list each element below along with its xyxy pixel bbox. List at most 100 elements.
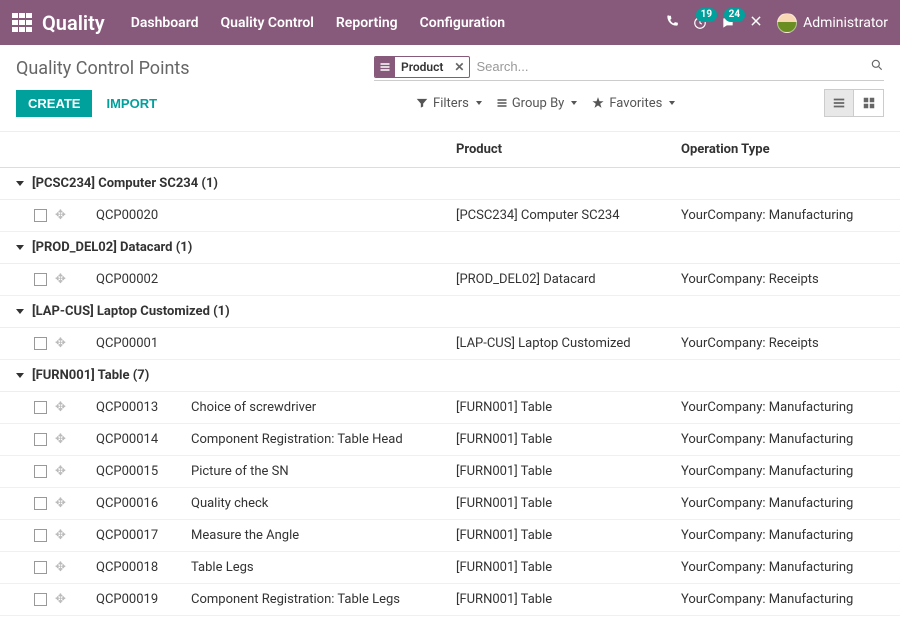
cell-operation: YourCompany: Manufacturing [681, 400, 900, 415]
list-view-button[interactable] [824, 89, 854, 117]
row-checkbox[interactable] [34, 273, 47, 286]
drag-handle-icon[interactable]: ✥ [55, 592, 66, 607]
activities-icon[interactable]: 19 [693, 16, 707, 30]
cell-ref: QCP00018 [96, 560, 191, 575]
user-name: Administrator [803, 15, 888, 31]
nav-dashboard[interactable]: Dashboard [131, 15, 199, 31]
cell-operation: YourCompany: Manufacturing [681, 464, 900, 479]
phone-icon[interactable] [665, 14, 679, 32]
nav-right: 19 24 Administrator [665, 13, 888, 33]
table-row[interactable]: ✥ QCP00016 Quality check [FURN001] Table… [0, 488, 900, 520]
table-row[interactable]: ✥ QCP00018 Table Legs [FURN001] Table Yo… [0, 552, 900, 584]
cell-title: Quality check [191, 496, 456, 511]
table-row[interactable]: ✥ QCP00015 Picture of the SN [FURN001] T… [0, 456, 900, 488]
search-options: Filters Group By Favorites [415, 96, 675, 111]
row-checkbox[interactable] [34, 593, 47, 606]
row-checkbox[interactable] [34, 497, 47, 510]
table-row[interactable]: ✥ QCP00017 Measure the Angle [FURN001] T… [0, 520, 900, 552]
drag-handle-icon[interactable]: ✥ [55, 560, 66, 575]
cell-operation: YourCompany: Manufacturing [681, 592, 900, 607]
col-product[interactable]: Product [456, 142, 681, 157]
cell-title: Picture of the SN [191, 464, 456, 479]
groupby-dropdown[interactable]: Group By [496, 96, 578, 111]
search-icon[interactable] [870, 58, 884, 76]
nav-configuration[interactable]: Configuration [420, 15, 505, 31]
debug-icon[interactable] [749, 14, 763, 32]
favorites-dropdown[interactable]: Favorites [591, 96, 675, 111]
cell-title: Component Registration: Table Legs [191, 592, 456, 607]
cell-ref: QCP00002 [96, 272, 191, 287]
nav-quality-control[interactable]: Quality Control [221, 15, 314, 31]
caret-down-icon [16, 373, 24, 378]
kanban-view-button[interactable] [854, 89, 884, 117]
row-checkbox[interactable] [34, 337, 47, 350]
apps-icon[interactable] [12, 13, 32, 33]
page-title: Quality Control Points [16, 58, 190, 79]
table-row[interactable]: ✥ QCP00019 Component Registration: Table… [0, 584, 900, 616]
control-panel: Quality Control Points Product ✕ CREATE … [0, 45, 900, 125]
drag-handle-icon[interactable]: ✥ [55, 528, 66, 543]
cell-ref: QCP00015 [96, 464, 191, 479]
group-label: [LAP-CUS] Laptop Customized (1) [32, 304, 230, 319]
table-row[interactable]: ✥ QCP00001 [LAP-CUS] Laptop Customized Y… [0, 328, 900, 360]
cell-product: [FURN001] Table [456, 400, 681, 415]
import-button[interactable]: IMPORT [106, 96, 157, 111]
drag-handle-icon[interactable]: ✥ [55, 464, 66, 479]
nav-reporting[interactable]: Reporting [336, 15, 398, 31]
drag-handle-icon[interactable]: ✥ [55, 336, 66, 351]
cell-product: [FURN001] Table [456, 592, 681, 607]
cell-operation: YourCompany: Manufacturing [681, 208, 900, 223]
group-label: [FURN001] Table (7) [32, 368, 149, 383]
cell-ref: QCP00017 [96, 528, 191, 543]
row-checkbox[interactable] [34, 561, 47, 574]
search-area: Product ✕ [374, 55, 884, 81]
drag-handle-icon[interactable]: ✥ [55, 272, 66, 287]
cell-product: [FURN001] Table [456, 464, 681, 479]
app-brand[interactable]: Quality [42, 11, 105, 35]
user-menu[interactable]: Administrator [777, 13, 888, 33]
filters-dropdown[interactable]: Filters [415, 96, 482, 111]
group-row[interactable]: [PROD_DEL02] Datacard (1) [0, 232, 900, 264]
table-row[interactable]: ✥ QCP00020 [PCSC234] Computer SC234 Your… [0, 200, 900, 232]
group-row[interactable]: [PCSC234] Computer SC234 (1) [0, 168, 900, 200]
drag-handle-icon[interactable]: ✥ [55, 432, 66, 447]
row-checkbox[interactable] [34, 433, 47, 446]
group-row[interactable]: [LAP-CUS] Laptop Customized (1) [0, 296, 900, 328]
drag-handle-icon[interactable]: ✥ [55, 400, 66, 415]
messages-icon[interactable]: 24 [721, 16, 735, 30]
cell-operation: YourCompany: Receipts [681, 272, 900, 287]
navbar: Quality Dashboard Quality Control Report… [0, 0, 900, 45]
table-row[interactable]: ✥ QCP00002 [PROD_DEL02] Datacard YourCom… [0, 264, 900, 296]
cell-product: [FURN001] Table [456, 496, 681, 511]
table-row[interactable]: ✥ QCP00014 Component Registration: Table… [0, 424, 900, 456]
group-icon [375, 57, 395, 77]
caret-down-icon [16, 309, 24, 314]
drag-handle-icon[interactable]: ✥ [55, 208, 66, 223]
drag-handle-icon[interactable]: ✥ [55, 496, 66, 511]
cell-ref: QCP00001 [96, 336, 191, 351]
facet-remove-icon[interactable]: ✕ [449, 60, 469, 74]
list-header: Product Operation Type [0, 131, 900, 168]
cell-title: Choice of screwdriver [191, 400, 456, 415]
cell-title: Measure the Angle [191, 528, 456, 543]
cell-operation: YourCompany: Manufacturing [681, 528, 900, 543]
row-checkbox[interactable] [34, 401, 47, 414]
list-view: Product Operation Type [PCSC234] Compute… [0, 131, 900, 616]
cell-product: [LAP-CUS] Laptop Customized [456, 336, 681, 351]
search-input[interactable] [470, 55, 870, 78]
row-checkbox[interactable] [34, 465, 47, 478]
group-row[interactable]: [FURN001] Table (7) [0, 360, 900, 392]
col-operation-type[interactable]: Operation Type [681, 142, 900, 157]
table-row[interactable]: ✥ QCP00013 Choice of screwdriver [FURN00… [0, 392, 900, 424]
nav-menu: Dashboard Quality Control Reporting Conf… [131, 15, 505, 31]
cell-title: Table Legs [191, 560, 456, 575]
activities-badge: 19 [696, 8, 717, 22]
caret-down-icon [16, 245, 24, 250]
cell-title: Component Registration: Table Head [191, 432, 456, 447]
cell-ref: QCP00020 [96, 208, 191, 223]
create-button[interactable]: CREATE [16, 90, 92, 117]
row-checkbox[interactable] [34, 209, 47, 222]
cell-operation: YourCompany: Manufacturing [681, 432, 900, 447]
messages-badge: 24 [724, 8, 745, 22]
row-checkbox[interactable] [34, 529, 47, 542]
